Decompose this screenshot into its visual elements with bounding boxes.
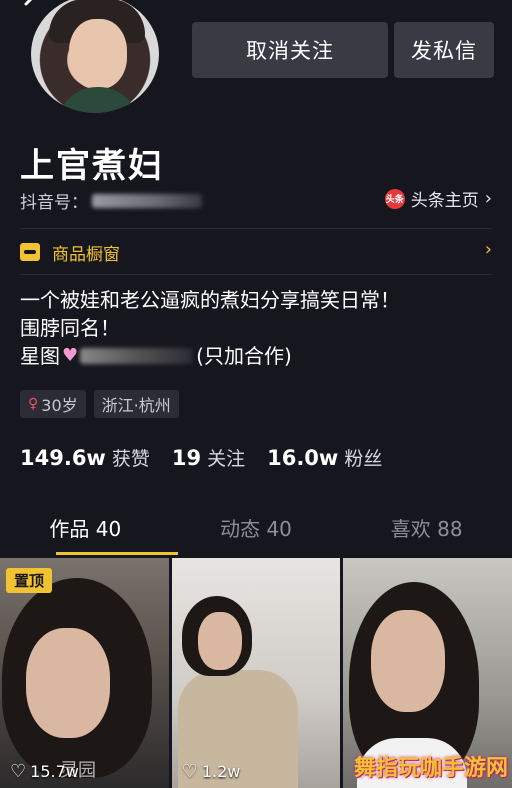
bio-line-2: 围脖同名！ [20,316,120,340]
bio-blurred-contact [80,348,193,364]
tab-updates[interactable]: 动态 40 [171,506,342,556]
location-tag: 浙江·杭州 [93,390,179,418]
profile-name: 上官煮妇 [20,146,164,186]
content-tabs: 作品 40 动态 40 喜欢 88 [0,506,512,556]
tab-works[interactable]: 作品 40 [0,506,171,556]
chevron-right-icon: › [484,239,492,260]
video-likes: ♡ 1.2w [182,761,241,782]
thumbnail-figure-face [197,612,242,670]
age-text: 30岁 [41,396,78,415]
back-arrow-icon[interactable] [18,0,44,18]
douyin-id-value-blurred [92,193,202,208]
bio-line-3: 星图 ♥ (只加合作) [20,342,400,370]
likes-count: 149.6w [20,446,106,470]
video-thumbnail[interactable]: ♡ 1.2w [171,558,341,788]
video-thumbnail[interactable]: ♡ 舞指玩咖手游网 [343,558,512,788]
unfollow-button[interactable]: 取消关注 [192,22,388,78]
likes-label: 获赞 [111,448,150,470]
thumbnail-figure-face [26,628,110,738]
female-icon: ♀ [28,396,39,412]
shop-window-label: 商品橱窗 [52,244,120,265]
divider [20,228,492,229]
video-thumbnail[interactable]: 置顶 灵园 ♡ 15.7w [0,558,169,788]
douyin-id-row: 抖音号： [20,188,202,213]
toutiao-icon: 头条 [384,188,405,209]
heart-outline-icon: ♡ [10,761,27,782]
profile-tags: ♀ 30岁 浙江·杭州 [20,390,179,418]
site-watermark: 舞指玩咖手游网 [354,756,509,781]
followers-count[interactable]: 16.0w [267,446,338,470]
active-tab-indicator [56,552,178,555]
toutiao-homepage-link[interactable]: 头条 头条主页 › [384,186,492,211]
avatar-shirt [57,87,139,113]
video-likes-count: 15.7w [30,762,79,781]
divider [20,274,492,275]
shop-window-link[interactable]: 商品橱窗 › [20,238,492,266]
more-options-icon[interactable] [454,0,484,4]
video-grid: 置顶 灵园 ♡ 15.7w ♡ 1.2w ♡ 舞指玩咖手游网 [0,558,512,788]
heart-icon: ♥ [62,345,79,366]
bio-line-1: 一个被娃和老公逼疯的煮妇分享搞笑日常！ [20,288,400,312]
following-label[interactable]: 关注 [207,444,245,471]
bio-line-3-prefix: 星图 [20,344,60,368]
location-text: 浙江·杭州 [101,396,171,415]
avatar-face [69,19,127,89]
profile-stats: 149.6w 获赞 19 关注 16.0w 粉丝 [20,444,404,471]
shop-icon [20,243,40,261]
send-message-button[interactable]: 发私信 [394,22,494,78]
chevron-right-icon: › [484,188,492,209]
thumbnail-figure-face [371,610,446,712]
age-tag: ♀ 30岁 [20,390,86,418]
tab-likes[interactable]: 喜欢 88 [341,506,512,556]
douyin-id-label: 抖音号： [20,193,88,213]
toutiao-label: 头条主页 [410,191,479,211]
avatar[interactable] [28,0,162,116]
following-count[interactable]: 19 [172,446,201,470]
pinned-badge: 置顶 [6,568,53,593]
bio-line-3-suffix: (只加合作) [196,344,292,368]
bio: 一个被娃和老公逼疯的煮妇分享搞笑日常！ 围脖同名！ 星图 ♥ (只加合作) [20,286,400,370]
video-likes: ♡ 15.7w [10,761,79,782]
video-likes-count: 1.2w [201,762,241,781]
heart-outline-icon: ♡ [181,761,198,782]
followers-label[interactable]: 粉丝 [344,444,382,471]
